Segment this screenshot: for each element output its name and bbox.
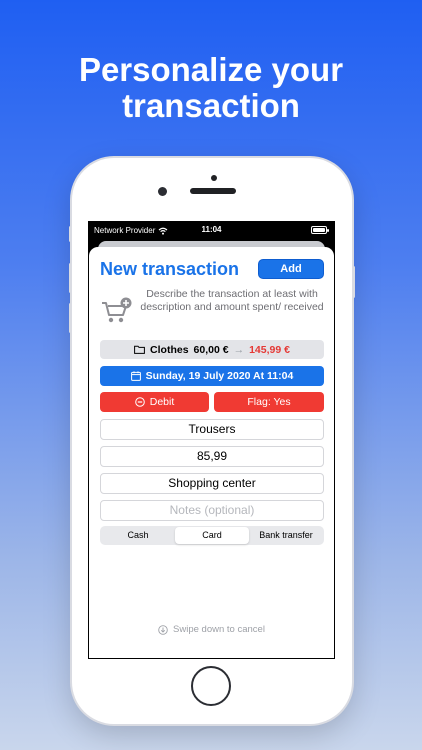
- cart-add-icon: [102, 297, 132, 323]
- phone-screen: Network Provider 11:04 New transaction A…: [88, 221, 335, 659]
- payment-option-card[interactable]: Card: [175, 527, 249, 544]
- headline-line-2: transaction: [122, 87, 300, 124]
- home-button[interactable]: [191, 666, 231, 706]
- new-transaction-sheet: New transaction Add Describe the transac…: [89, 247, 334, 658]
- add-button[interactable]: Add: [258, 259, 324, 279]
- category-new-amount: 145,99 €: [249, 343, 290, 356]
- payment-option-cash[interactable]: Cash: [101, 527, 175, 544]
- minus-circle-icon: [134, 397, 145, 407]
- notes-field[interactable]: Notes (optional): [100, 500, 324, 521]
- place-field[interactable]: Shopping center: [100, 473, 324, 494]
- side-button-volume-up: [69, 263, 72, 293]
- calendar-icon: [130, 371, 141, 381]
- description-field[interactable]: Trousers: [100, 419, 324, 440]
- flag-label: Flag: Yes: [247, 396, 291, 408]
- flag-button[interactable]: Flag: Yes: [214, 392, 324, 412]
- side-button-mute: [69, 226, 72, 242]
- payment-method-segmented-control: Cash Card Bank transfer: [100, 526, 324, 545]
- swipe-hint-label: Swipe down to cancel: [173, 624, 265, 635]
- amount-field[interactable]: 85,99: [100, 446, 324, 467]
- category-selector[interactable]: Clothes 60,00 € → 145,99 €: [100, 340, 324, 359]
- side-button-power: [352, 266, 355, 298]
- category-name: Clothes: [150, 343, 189, 356]
- hint-text: Describe the transaction at least with d…: [140, 288, 324, 313]
- battery-icon: [311, 226, 329, 234]
- folder-icon: [134, 345, 145, 354]
- sheet-title: New transaction: [100, 259, 240, 279]
- marketing-headline: Personalize your transaction: [0, 52, 422, 124]
- swipe-down-hint: Swipe down to cancel: [89, 624, 334, 635]
- arrow-down-circle-icon: [158, 624, 168, 635]
- sensor-dot: [211, 175, 217, 181]
- status-bar: Network Provider 11:04: [88, 221, 335, 239]
- front-camera: [158, 187, 167, 196]
- earpiece-speaker: [190, 188, 236, 194]
- headline-line-1: Personalize your: [78, 51, 344, 88]
- debit-label: Debit: [149, 396, 175, 408]
- category-current-amount: 60,00 €: [193, 343, 229, 356]
- side-button-volume-down: [69, 303, 72, 333]
- category-arrow: →: [233, 343, 245, 356]
- payment-option-bank-transfer[interactable]: Bank transfer: [249, 527, 323, 544]
- debit-button[interactable]: Debit: [100, 392, 209, 412]
- phone-frame: Network Provider 11:04 New transaction A…: [69, 158, 355, 724]
- status-time: 11:04: [201, 225, 222, 234]
- date-label: Sunday, 19 July 2020 At 11:04: [145, 370, 294, 382]
- date-picker-button[interactable]: Sunday, 19 July 2020 At 11:04: [100, 366, 324, 386]
